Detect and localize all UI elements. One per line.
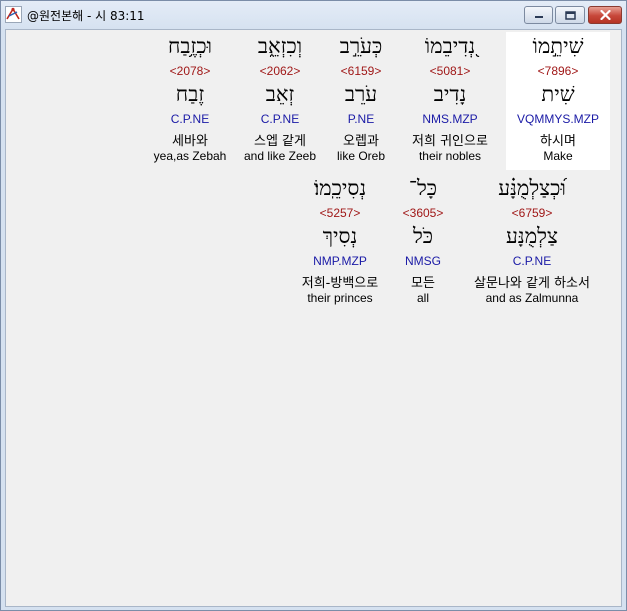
korean-gloss: 스엡 같게 xyxy=(254,134,306,149)
lexical-form: נְסִיךְ xyxy=(322,224,358,248)
english-gloss: all xyxy=(416,291,429,305)
korean-gloss: 하시며 xyxy=(540,134,576,149)
hebrew-word: וְכִזְאֵ֑ב xyxy=(257,34,303,58)
morphology-code[interactable]: NMP.MZP xyxy=(288,254,392,268)
english-gloss: and like Zeeb xyxy=(243,149,317,163)
close-icon xyxy=(599,10,611,20)
lexical-form: זֶבַח xyxy=(175,82,205,106)
hebrew-word: נְסִיכֵֽמוֹ׃ xyxy=(313,176,367,200)
lexical-form: זְאֵב xyxy=(265,82,295,106)
lexical-form: נָדִיב xyxy=(433,82,467,106)
hebrew-word: כָּל־ xyxy=(408,176,438,200)
word-block[interactable]: וּ֝כְצַלְמֻנָּ֗ע <6759> צַלְמֻנָּע C.P.N… xyxy=(458,174,606,312)
strong-number[interactable]: <5257> xyxy=(288,206,392,220)
word-block[interactable]: נְ֭דִיבֵמוֹ <5081> נָדִיב NMS.MZP 저희 귀인으… xyxy=(400,32,500,170)
app-window: @원전본해 - 시 83:11 שִׁיתֵ֣מוֹ <7896> שִׁית … xyxy=(0,0,627,611)
minimize-icon xyxy=(534,16,543,18)
window-title: @원전본해 - 시 83:11 xyxy=(27,9,145,23)
strong-number[interactable]: <2078> xyxy=(148,64,232,78)
korean-gloss: 저희 귀인으로 xyxy=(412,134,488,149)
morphology-code[interactable]: VQMMYS.MZP xyxy=(506,112,610,126)
morphology-code[interactable]: C.P.NE xyxy=(240,112,320,126)
word-block[interactable]: כְּעֹרֵ֣ב <6159> עֹרֵב P.NE 오렙과 like Ore… xyxy=(325,32,397,170)
lexical-form: כֹּל xyxy=(412,224,434,248)
korean-gloss: 저희-방백으로 xyxy=(301,276,379,291)
english-gloss: yea,as Zebah xyxy=(153,149,227,163)
app-logo-icon[interactable] xyxy=(5,6,22,23)
close-button[interactable] xyxy=(588,6,622,24)
morphology-code[interactable]: NMS.MZP xyxy=(400,112,500,126)
hebrew-word: שִׁיתֵ֣מוֹ xyxy=(532,34,584,58)
strong-number[interactable]: <5081> xyxy=(400,64,500,78)
english-gloss: their princes xyxy=(307,291,373,305)
morphology-code[interactable]: C.P.NE xyxy=(458,254,606,268)
korean-gloss: 세바와 xyxy=(172,134,208,149)
morphology-code[interactable]: NMSG xyxy=(396,254,450,268)
lexical-form: צַלְמֻנָּע xyxy=(506,224,558,248)
minimize-button[interactable] xyxy=(524,6,553,24)
morphology-code[interactable]: P.NE xyxy=(325,112,397,126)
lexical-form: עֹרֵב xyxy=(344,82,378,106)
english-gloss: their nobles xyxy=(418,149,482,163)
maximize-button[interactable] xyxy=(555,6,585,24)
strong-number[interactable]: <3605> xyxy=(396,206,450,220)
lexical-form: שִׁית xyxy=(541,82,575,106)
morphology-code[interactable]: C.P.NE xyxy=(148,112,232,126)
word-block[interactable]: שִׁיתֵ֣מוֹ <7896> שִׁית VQMMYS.MZP 하시며 M… xyxy=(506,32,610,170)
word-block[interactable]: כָּל־ <3605> כֹּל NMSG 모든 all xyxy=(396,174,450,312)
korean-gloss: 오렙과 xyxy=(343,134,379,149)
strong-number[interactable]: <6159> xyxy=(325,64,397,78)
word-block[interactable]: נְסִיכֵֽמוֹ׃ <5257> נְסִיךְ NMP.MZP 저희-방… xyxy=(288,174,392,312)
hebrew-word: כְּעֹרֵ֣ב xyxy=(339,34,383,58)
strong-number[interactable]: <6759> xyxy=(458,206,606,220)
word-block[interactable]: וּכְזֶ֥בַח <2078> זֶבַח C.P.NE 세바와 yea,a… xyxy=(148,32,232,170)
maximize-icon xyxy=(564,10,576,20)
word-block[interactable]: וְכִזְאֵ֑ב <2062> זְאֵב C.P.NE 스엡 같게 and… xyxy=(240,32,320,170)
english-gloss: Make xyxy=(543,149,573,163)
korean-gloss: 모든 xyxy=(411,276,435,291)
title-bar[interactable]: @원전본해 - 시 83:11 xyxy=(1,1,626,29)
hebrew-word: נְ֭דִיבֵמוֹ xyxy=(424,34,476,58)
hebrew-word: וּכְזֶ֥בַח xyxy=(167,34,213,58)
strong-number[interactable]: <7896> xyxy=(506,64,610,78)
hebrew-word: וּ֝כְצַלְמֻנָּ֗ע xyxy=(498,176,566,200)
english-gloss: like Oreb xyxy=(336,149,386,163)
korean-gloss: 살문나와 같게 하소서 xyxy=(474,276,590,291)
interlinear-view: שִׁיתֵ֣מוֹ <7896> שִׁית VQMMYS.MZP 하시며 M… xyxy=(5,29,622,607)
english-gloss: and as Zalmunna xyxy=(485,291,579,305)
strong-number[interactable]: <2062> xyxy=(240,64,320,78)
